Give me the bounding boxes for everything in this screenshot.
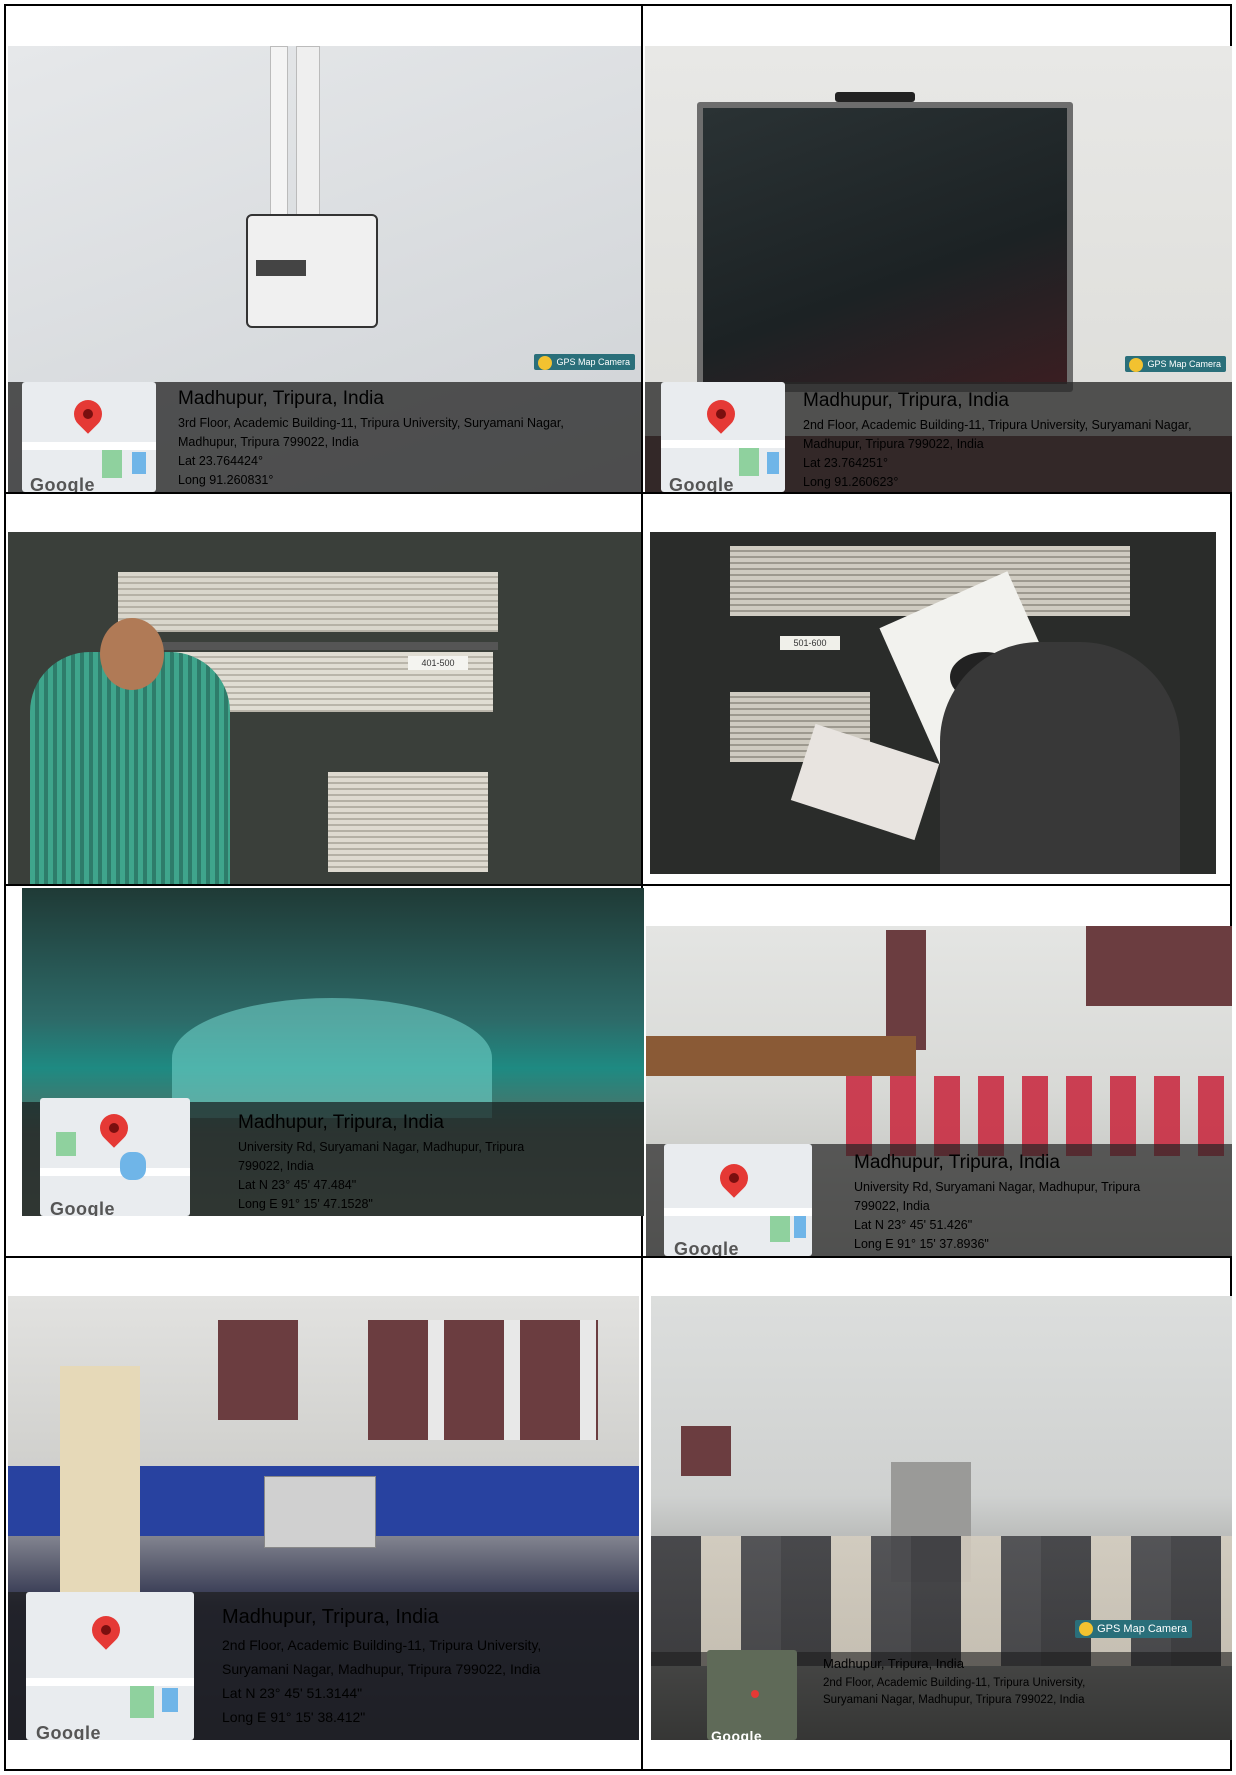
location-map: Google — [707, 1650, 797, 1740]
location-map: Google — [22, 382, 156, 492]
address-line: University Rd, Suryamani Nagar, Madhupur… — [854, 1180, 1141, 1194]
shelf-label: 501-600 — [780, 636, 840, 650]
location-map: Google — [40, 1098, 190, 1216]
row-divider — [4, 884, 1232, 886]
gps-camera-badge: GPS Map Camera — [1125, 356, 1226, 372]
gps-camera-badge: GPS Map Camera — [1075, 1620, 1192, 1638]
classroom-photo: Google Madhupur, Tripura, India Universi… — [646, 926, 1232, 1256]
projector-photo: GPS Map Camera Google Madhupur, Tripura,… — [8, 46, 641, 492]
address-line: 2nd Floor, Academic Building-11, Tripura… — [823, 1677, 1086, 1689]
smart-board-photo: GPS Map Camera Google Madhupur, Tripura,… — [645, 46, 1232, 492]
location-title: Madhupur, Tripura, India — [178, 388, 384, 409]
address-line: 2nd Floor, Academic Building-11, Tripura… — [222, 1637, 542, 1653]
latitude: Lat N 23° 45' 47.484" — [238, 1178, 357, 1192]
longitude: Long E 91° 15' 37.8936" — [854, 1237, 989, 1251]
longitude: Long E 91° 15' 38.412" — [222, 1709, 366, 1725]
location-pin-icon — [86, 1610, 126, 1650]
google-logo: Google — [674, 1239, 739, 1256]
google-logo: Google — [669, 475, 734, 492]
latitude: Lat N 23° 45' 51.426" — [854, 1218, 973, 1232]
address-line: University Rd, Suryamani Nagar, Madhupur… — [238, 1140, 525, 1154]
longitude: Long 91.260623° — [803, 475, 899, 489]
latitude: Lat N 23° 45' 51.3144" — [222, 1685, 363, 1701]
address-line: Madhupur, Tripura 799022, India — [178, 435, 359, 449]
location-pin-icon — [714, 1158, 754, 1198]
google-logo: Google — [711, 1728, 763, 1740]
google-logo: Google — [36, 1723, 101, 1740]
location-pin-icon — [94, 1108, 134, 1148]
address-line: Madhupur, Tripura 799022, India — [803, 437, 984, 451]
location-title: Madhupur, Tripura, India — [238, 1112, 444, 1133]
longitude: Long E 91° 15' 47.1528" — [238, 1197, 373, 1211]
row-divider — [4, 492, 1232, 494]
longitude: Long 91.260831° — [178, 473, 274, 487]
laboratory-photo: Google Madhupur, Tripura, India 2nd Floo… — [8, 1296, 639, 1740]
address-line: 799022, India — [854, 1199, 930, 1213]
location-title: Madhupur, Tripura, India — [803, 390, 1009, 411]
location-title: Madhupur, Tripura, India — [823, 1656, 964, 1671]
location-pin-icon — [751, 1690, 759, 1698]
address-line: 2nd Floor, Academic Building-11, Tripura… — [803, 418, 1192, 432]
location-title: Madhupur, Tripura, India — [854, 1152, 1060, 1173]
google-logo: Google — [30, 475, 95, 492]
address-line: Suryamani Nagar, Madhupur, Tripura 79902… — [222, 1661, 541, 1677]
location-title: Madhupur, Tripura, India — [222, 1606, 439, 1628]
herbarium-photo: 501-600 — [650, 532, 1216, 874]
location-pin-icon — [68, 394, 108, 434]
address-line: Suryamani Nagar, Madhupur, Tripura 79902… — [823, 1694, 1085, 1706]
location-map: Google — [661, 382, 785, 492]
shade-net-house-photo: Google Madhupur, Tripura, India Universi… — [22, 888, 644, 1216]
herbarium-photo: 401-500 — [8, 532, 641, 884]
location-map: Google — [664, 1144, 812, 1256]
location-map: Google — [26, 1592, 194, 1740]
latitude: Lat 23.764251° — [803, 456, 888, 470]
gps-camera-badge: GPS Map Camera — [534, 354, 635, 370]
exam-hall-photo: GPS Map Camera Google Madhupur, Tripura,… — [651, 1296, 1232, 1740]
address-line: 799022, India — [238, 1159, 314, 1173]
latitude: Lat 23.764424° — [178, 454, 263, 468]
google-logo: Google — [50, 1199, 115, 1216]
location-pin-icon — [701, 394, 741, 434]
row-divider — [4, 1256, 1232, 1258]
shelf-label: 401-500 — [408, 656, 468, 670]
address-line: 3rd Floor, Academic Building-11, Tripura… — [178, 416, 564, 430]
